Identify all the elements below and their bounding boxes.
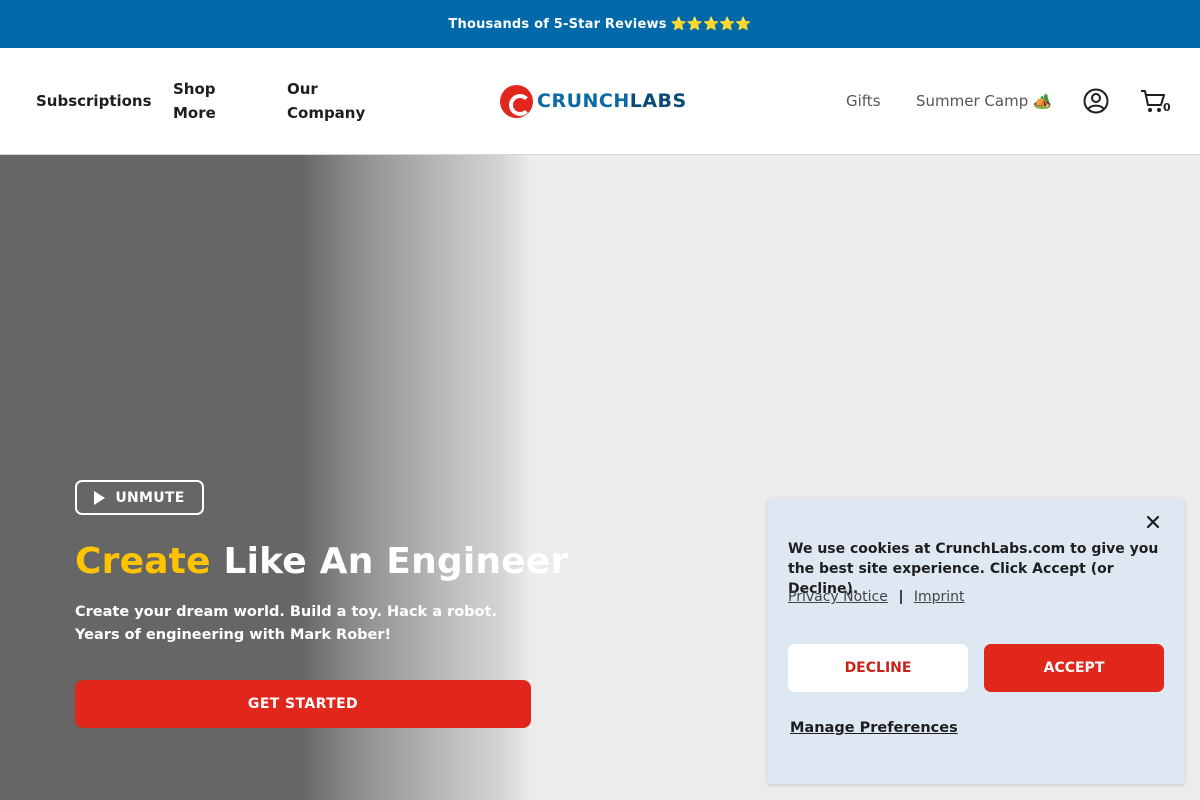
privacy-notice-link[interactable]: Privacy Notice [788,589,888,605]
hero-subtitle: Create your dream world. Build a toy. Ha… [75,604,497,643]
nav-gifts[interactable]: Gifts [846,89,881,113]
cookie-banner: We use cookies at CrunchLabs.com to give… [768,499,1184,784]
link-divider [899,590,902,604]
manage-preferences-link[interactable]: Manage Preferences [790,720,958,736]
user-icon[interactable] [1083,88,1109,114]
logo-text-labs: LABS [629,90,687,112]
announcement-text: Thousands of 5-Star Reviews [448,16,667,32]
logo-text-crunch: CRUNCH [537,90,630,112]
accept-button[interactable]: ACCEPT [984,644,1164,692]
unmute-label: UNMUTE [115,489,185,506]
logo-icon [500,84,533,118]
play-icon [94,490,106,505]
hero-title-rest: Like An Engineer [210,541,569,582]
imprint-link[interactable]: Imprint [914,589,965,605]
rating-stars: ⭐⭐⭐⭐⭐ [670,16,752,32]
hero-title: Create Like An Engineer [75,541,568,582]
nav-summer-camp[interactable]: Summer Camp 🏕️ [916,89,1052,113]
hero-title-accent: Create [75,541,211,582]
nav-shop-more[interactable]: Shop More [173,77,253,125]
nav-subscriptions[interactable]: Subscriptions [36,89,152,113]
announcement-bar: Thousands of 5-Star Reviews ⭐⭐⭐⭐⭐ [0,0,1200,48]
cart-count-badge: 0 [1163,101,1171,114]
site-header: Subscriptions Shop More Our Company CRUN… [0,48,1200,155]
logo-wordmark: CRUNCHLABS [537,90,687,112]
nav-our-company[interactable]: Our Company [287,77,377,125]
crunchlabs-logo[interactable]: CRUNCHLABS [500,84,687,118]
cookie-links: Privacy Notice Imprint [788,589,965,605]
unmute-button[interactable]: UNMUTE [75,480,204,515]
decline-button[interactable]: DECLINE [788,644,968,692]
close-icon[interactable] [1144,513,1162,531]
get-started-button[interactable]: GET STARTED [75,680,531,728]
